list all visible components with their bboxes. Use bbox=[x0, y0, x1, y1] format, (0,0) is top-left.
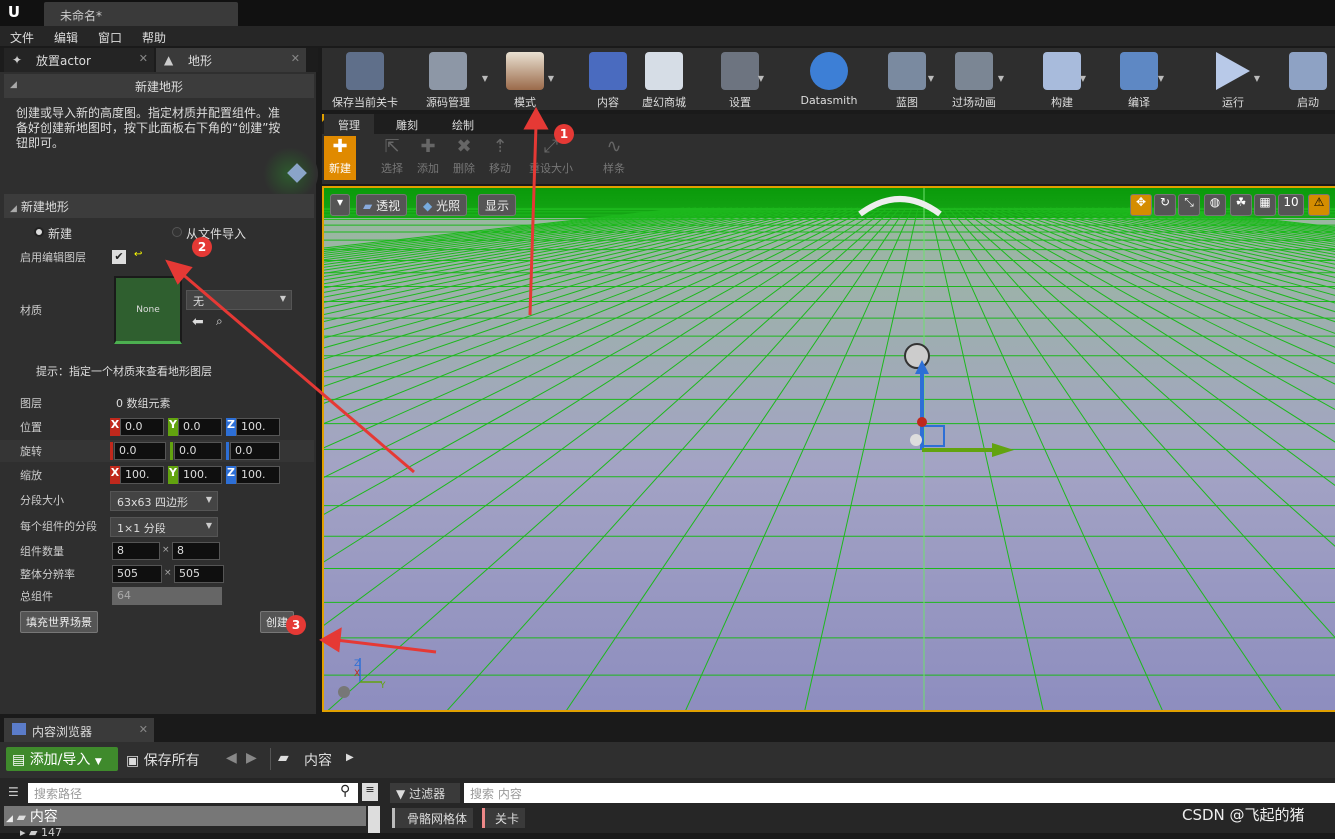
annotation-arrow-1 bbox=[528, 124, 538, 316]
annotation-arrow-3-head bbox=[319, 627, 342, 653]
annotation-badge-3: 3 bbox=[286, 615, 306, 635]
annotation-badge-1: 1 bbox=[554, 124, 574, 144]
annotation-overlay bbox=[165, 106, 549, 654]
annotation-badge-2: 2 bbox=[192, 237, 212, 257]
annotation-arrow-2 bbox=[179, 270, 415, 474]
annotation-arrow-1-head bbox=[523, 106, 549, 130]
annotation-arrow-3 bbox=[335, 638, 437, 654]
